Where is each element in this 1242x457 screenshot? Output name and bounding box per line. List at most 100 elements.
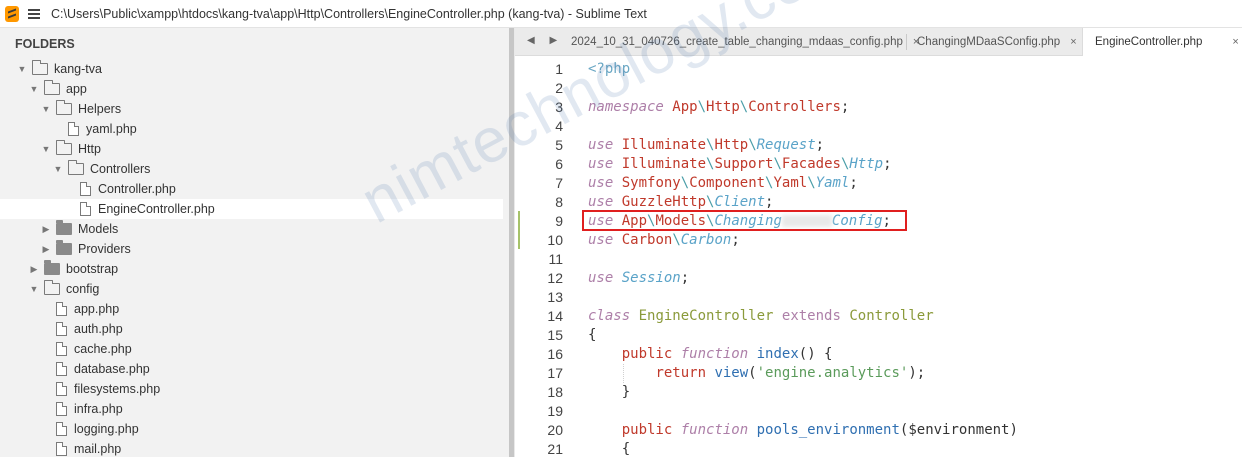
tab-divider: [906, 34, 907, 50]
file-icon: [56, 302, 67, 316]
code-line: 18 }: [547, 384, 631, 400]
tree-item-label: app: [66, 82, 87, 96]
sidebar-header: FOLDERS: [15, 37, 75, 51]
folder-item[interactable]: ▶ bootstrap: [0, 259, 509, 279]
folder-open-icon: [55, 99, 72, 115]
file-icon: [56, 322, 67, 336]
file-icon: [56, 402, 67, 416]
code-line: 17 return view('engine.analytics');: [547, 364, 926, 383]
chevron-right-icon[interactable]: ▶: [41, 244, 51, 255]
code-line: 2: [555, 80, 563, 96]
file-item[interactable]: infra.php: [0, 399, 509, 419]
chevron-right-icon[interactable]: ▶: [29, 264, 39, 275]
chevron-right-icon[interactable]: ▶: [41, 224, 51, 235]
code-line: 3 namespace App\Http\Controllers;: [555, 99, 850, 115]
tree-item-label: Helpers: [78, 102, 122, 116]
tree-item-label: Models: [78, 222, 119, 236]
file-icon: [68, 122, 79, 136]
tab-migration[interactable]: 2024_10_31_040726_create_table_changing_…: [571, 28, 919, 56]
file-item[interactable]: yaml.php: [0, 119, 509, 139]
chevron-down-icon[interactable]: ▼: [29, 84, 39, 94]
tree-item-label: Http: [78, 142, 101, 156]
tree-item-label: app.php: [74, 302, 120, 316]
tab-nav-arrows-icon[interactable]: ◀ ▶: [527, 35, 563, 46]
chevron-down-icon[interactable]: ▼: [41, 104, 51, 114]
sidebar-scrollbar[interactable]: [509, 28, 514, 457]
tree-item-label: Controller.php: [98, 182, 176, 196]
folder-sidebar: FOLDERS ▼ kang-tva ▼ app ▼ Helpers yaml.php ▼ Ht…: [0, 28, 509, 457]
folder-item[interactable]: ▼ kang-tva: [0, 59, 509, 79]
file-item[interactable]: logging.php: [0, 419, 509, 439]
code-editor[interactable]: 1 <?php 2 3 namespace App\Http\Controllers…: [515, 56, 1242, 457]
folder-open-icon: [67, 159, 84, 175]
code-line: 1 <?php: [555, 61, 631, 77]
tree-item-label: infra.php: [74, 402, 123, 416]
file-icon: [56, 362, 67, 376]
tree-item-label: cache.php: [74, 342, 132, 356]
tab-close-icon[interactable]: ×: [1070, 36, 1076, 48]
code-line: 14 class EngineController extends Control…: [547, 308, 934, 324]
folder-item[interactable]: ▶ Models: [0, 219, 509, 239]
folder-icon: [44, 260, 60, 275]
folder-item[interactable]: ▶ Providers: [0, 239, 509, 259]
file-item[interactable]: app.php: [0, 299, 509, 319]
code-line: 19: [547, 403, 563, 419]
file-item[interactable]: cache.php: [0, 339, 509, 359]
tab-bar: ◀ ▶ 2024_10_31_040726_create_table_chang…: [515, 28, 1242, 56]
file-icon: [56, 422, 67, 436]
chevron-down-icon[interactable]: ▼: [17, 64, 27, 74]
folder-open-icon: [43, 79, 60, 95]
file-item[interactable]: auth.php: [0, 319, 509, 339]
window-title: C:\Users\Public\xampp\htdocs\kang-tva\ap…: [51, 6, 647, 21]
tab-enginecontroller[interactable]: EngineController.php ×: [1082, 28, 1242, 56]
tree-item-label: mail.php: [74, 442, 122, 456]
file-icon: [80, 202, 91, 216]
file-item[interactable]: EngineController.php: [0, 199, 503, 219]
file-item[interactable]: Controller.php: [0, 179, 509, 199]
tree-item-label: EngineController.php: [98, 202, 215, 216]
code-line: 5 use Illuminate\Http\Request;: [555, 137, 825, 153]
tab-close-icon[interactable]: ×: [1232, 36, 1238, 48]
tree-item-label: Controllers: [90, 162, 151, 176]
folder-tree: ▼ kang-tva ▼ app ▼ Helpers yaml.php ▼ Http ▼ Contr…: [0, 59, 509, 457]
code-line: 16 public function index() {: [547, 346, 833, 362]
code-line: 4: [555, 118, 563, 134]
folder-item[interactable]: ▼ config: [0, 279, 509, 299]
tab-label: ChangingMDaaSConfig.php: [917, 36, 1061, 48]
chevron-down-icon[interactable]: ▼: [53, 164, 63, 174]
folder-open-icon: [43, 279, 60, 295]
tree-item-label: database.php: [74, 362, 150, 376]
tree-item-label: kang-tva: [54, 62, 102, 76]
code-line: 21 {: [547, 441, 631, 457]
code-line: 15{: [547, 327, 597, 343]
file-item[interactable]: mail.php: [0, 439, 509, 457]
file-icon: [80, 182, 91, 196]
folder-item[interactable]: ▼ Http: [0, 139, 509, 159]
tab-changingmdaasconfig[interactable]: ChangingMDaaSConfig.php ×: [917, 28, 1077, 56]
chevron-down-icon[interactable]: ▼: [29, 284, 39, 294]
tab-label: EngineController.php: [1095, 36, 1203, 48]
sublime-logo-icon: [5, 5, 19, 22]
file-icon: [56, 382, 67, 396]
code-line: 6 use Illuminate\Support\Facades\Http;: [555, 156, 892, 172]
title-bar: C:\Users\Public\xampp\htdocs\kang-tva\ap…: [0, 0, 1242, 28]
file-item[interactable]: database.php: [0, 359, 509, 379]
folder-item[interactable]: ▼ app: [0, 79, 509, 99]
folder-item[interactable]: ▼ Helpers: [0, 99, 509, 119]
tree-item-label: bootstrap: [66, 262, 119, 276]
code-line: 10 use Carbon\Carbon;: [547, 232, 740, 248]
highlight-annotation: [582, 210, 907, 231]
folder-item[interactable]: ▼ Controllers: [0, 159, 509, 179]
tree-item-label: logging.php: [74, 422, 139, 436]
chevron-down-icon[interactable]: ▼: [41, 144, 51, 154]
folder-icon: [56, 240, 72, 255]
code-line: 7 use Symfony\Component\Yaml\Yaml;: [555, 175, 858, 191]
code-line: 12 use Session;: [547, 270, 690, 286]
folder-icon: [56, 220, 72, 235]
file-item[interactable]: filesystems.php: [0, 379, 509, 399]
menu-icon[interactable]: [28, 8, 40, 19]
folder-open-icon: [55, 139, 72, 155]
tab-label: 2024_10_31_040726_create_table_changing_…: [571, 36, 903, 48]
file-icon: [56, 342, 67, 356]
tree-item-label: Providers: [78, 242, 131, 256]
